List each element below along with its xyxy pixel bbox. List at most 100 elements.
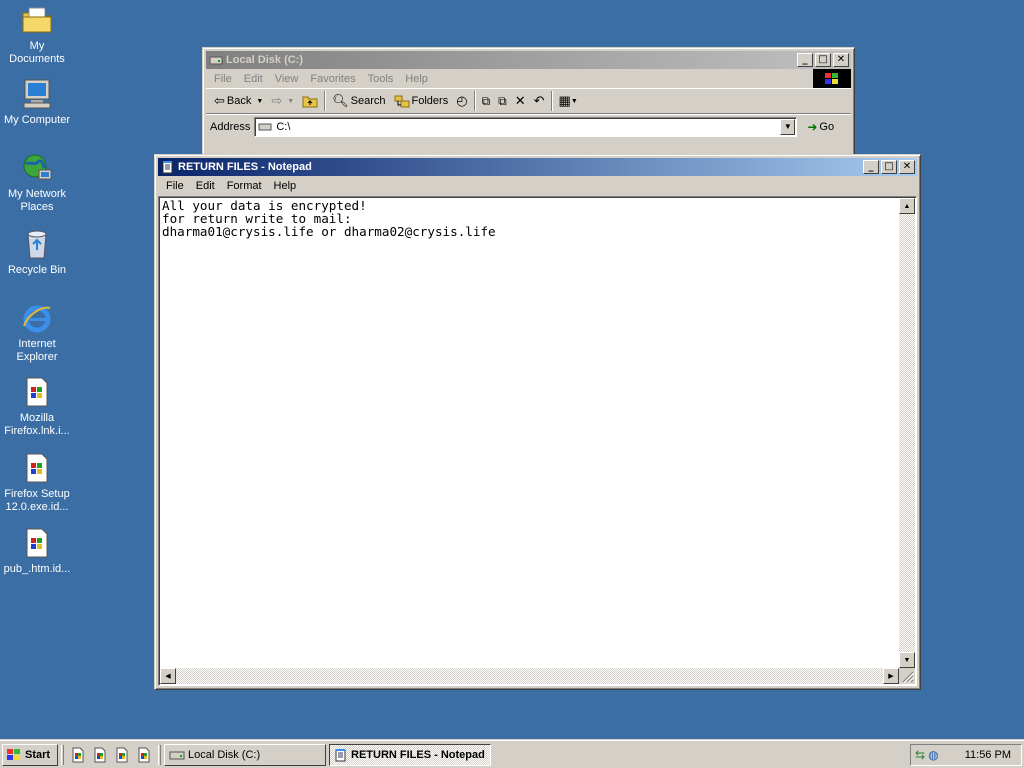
desktop-icon-recycle-bin[interactable]: Recycle Bin	[0, 228, 74, 277]
scroll-up-button[interactable]: ▲	[899, 198, 915, 214]
vertical-scrollbar[interactable]: ▲ ▼	[899, 198, 915, 668]
desktop-icon-label: Mozilla Firefox.lnk.i...	[4, 412, 70, 437]
go-label: Go	[819, 120, 835, 133]
explorer-titlebar[interactable]: Local Disk (C:) _ □ ✕	[206, 51, 851, 69]
desktop-icon-firefox-setup[interactable]: Firefox Setup 12.0.exe.id...	[0, 452, 74, 514]
views-button[interactable]: ▦ ▼	[555, 90, 582, 112]
scroll-left-button[interactable]: ◀	[160, 668, 176, 684]
menu-favorites[interactable]: Favorites	[304, 73, 361, 85]
windows-flag-icon	[7, 748, 20, 760]
undo-icon: ↶	[533, 93, 545, 108]
history-icon: ◴	[456, 93, 468, 108]
computer-icon	[23, 79, 51, 109]
quicklaunch-item[interactable]	[68, 745, 88, 765]
desktop-icon-my-computer[interactable]: My Computer	[0, 78, 74, 127]
forward-arrow-icon: ⇨	[271, 93, 283, 108]
file-icon	[94, 747, 106, 762]
notepad-window[interactable]: RETURN FILES - Notepad _ □ ✕ File Edit F…	[154, 154, 921, 690]
address-input[interactable]: C:\ ▼	[254, 116, 798, 137]
notepad-text-area[interactable]: All your data is encrypted! for return w…	[158, 196, 917, 686]
windows-flag-icon	[825, 72, 838, 84]
search-button[interactable]: 🔍︎ Search	[328, 90, 389, 112]
menu-format[interactable]: Format	[221, 180, 268, 192]
ie-icon	[23, 305, 51, 333]
menu-edit[interactable]: Edit	[238, 73, 269, 85]
go-button[interactable]: ➜ Go	[807, 120, 834, 134]
desktop-icon-label: My Computer	[3, 114, 71, 126]
menu-edit[interactable]: Edit	[190, 180, 221, 192]
start-button[interactable]: Start	[2, 743, 58, 766]
back-label: Back	[226, 95, 252, 107]
toolbar-separator	[324, 91, 327, 111]
folders-label: Folders	[411, 95, 449, 107]
quicklaunch-item[interactable]	[134, 745, 154, 765]
file-icon	[26, 528, 48, 558]
menu-tools[interactable]: Tools	[362, 73, 400, 85]
desktop-icon-internet-explorer[interactable]: Internet Explorer	[0, 302, 74, 364]
folders-icon	[394, 95, 410, 108]
file-icon	[72, 747, 84, 762]
up-folder-button[interactable]	[298, 90, 322, 112]
drive-icon	[169, 751, 185, 759]
horizontal-scrollbar[interactable]: ◀ ▶	[160, 668, 899, 684]
globe-tray-icon[interactable]: ◍	[928, 748, 938, 762]
chevron-down-icon: ▼	[256, 97, 264, 105]
delete-button[interactable]: ✕	[511, 90, 530, 112]
menu-file[interactable]: File	[208, 73, 238, 85]
desktop-icon-label: My Documents	[9, 40, 65, 65]
desktop-icon-label: Recycle Bin	[7, 264, 67, 276]
file-icon	[26, 377, 48, 407]
notepad-menubar: File Edit Format Help	[158, 176, 917, 195]
task-button-notepad[interactable]: RETURN FILES - Notepad	[329, 743, 491, 766]
desktop-icon-my-network-places[interactable]: My Network Places	[0, 152, 74, 214]
windows-logo	[813, 69, 851, 88]
desktop-icon-label: Firefox Setup 12.0.exe.id...	[4, 488, 70, 513]
desktop-icon-label: pub_.htm.id...	[3, 563, 71, 575]
folders-button[interactable]: Folders	[390, 90, 453, 112]
taskbar: Start Local Disk (C:) RETURN FILES - Not…	[0, 740, 1024, 768]
undo-button[interactable]: ↶	[530, 90, 549, 112]
close-button[interactable]: ✕	[899, 160, 915, 174]
notepad-icon	[162, 161, 173, 174]
close-button[interactable]: ✕	[833, 53, 849, 67]
explorer-toolbar: ⇦ Back ▼ ⇨ ▼ 🔍︎ Search Folders ◴ ⧉ ⧉ ✕ ↶	[206, 88, 851, 114]
window-title: Local Disk (C:)	[226, 54, 304, 66]
maximize-button[interactable]: □	[815, 53, 831, 67]
copy-to-button[interactable]: ⧉	[494, 90, 511, 112]
scroll-right-button[interactable]: ▶	[883, 668, 899, 684]
notepad-titlebar[interactable]: RETURN FILES - Notepad _ □ ✕	[158, 158, 917, 176]
desktop-icon-my-documents[interactable]: My Documents	[0, 4, 74, 66]
minimize-button[interactable]: _	[797, 53, 813, 67]
network-tray-icon[interactable]: ⇆	[915, 748, 925, 762]
ransom-note-text: All your data is encrypted! for return w…	[162, 198, 496, 239]
menu-help[interactable]: Help	[268, 180, 303, 192]
maximize-button[interactable]: □	[881, 160, 897, 174]
minimize-button[interactable]: _	[863, 160, 879, 174]
desktop-icon-firefox-lnk[interactable]: Mozilla Firefox.lnk.i...	[0, 376, 74, 438]
quicklaunch-item[interactable]	[90, 745, 110, 765]
menu-help[interactable]: Help	[399, 73, 434, 85]
resize-grip[interactable]	[899, 668, 915, 684]
scroll-down-button[interactable]: ▼	[899, 652, 915, 668]
taskbar-handle	[61, 744, 64, 765]
menu-file[interactable]: File	[160, 180, 190, 192]
quicklaunch-item[interactable]	[112, 745, 132, 765]
explorer-window[interactable]: Local Disk (C:) _ □ ✕ File Edit View Fav…	[202, 47, 855, 165]
menu-view[interactable]: View	[269, 73, 305, 85]
address-dropdown-button[interactable]: ▼	[780, 118, 796, 135]
task-label: RETURN FILES - Notepad	[351, 748, 485, 761]
move-to-button[interactable]: ⧉	[478, 90, 495, 112]
forward-button[interactable]: ⇨ ▼	[267, 90, 298, 112]
window-title: RETURN FILES - Notepad	[178, 161, 312, 173]
desktop-icon-pub-htm[interactable]: pub_.htm.id...	[0, 527, 74, 576]
search-label: Search	[350, 95, 386, 107]
back-button[interactable]: ⇦ Back ▼	[210, 90, 267, 112]
address-label: Address	[210, 120, 251, 133]
desktop-icon-label: Internet Explorer	[16, 338, 58, 363]
chevron-down-icon: ▼	[287, 97, 295, 105]
task-button-explorer[interactable]: Local Disk (C:)	[164, 743, 326, 766]
clock[interactable]: 11:56 PM	[965, 749, 1017, 761]
system-tray: ⇆ ◍ 11:56 PM	[910, 743, 1022, 766]
desktop-icon-label: My Network Places	[7, 188, 67, 213]
history-button[interactable]: ◴	[452, 90, 471, 112]
